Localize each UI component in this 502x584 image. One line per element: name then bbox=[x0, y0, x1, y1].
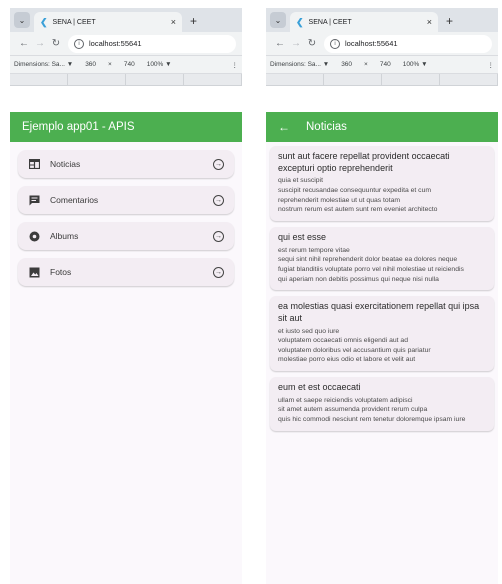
news-card[interactable]: qui est esse est rerum tempore vitae seq… bbox=[270, 226, 494, 291]
device-toolbar: Dimensions: Sa... ▼ 360 × 740 100% ▼ ⋮ bbox=[10, 56, 242, 74]
menu-item-noticias[interactable]: Noticias → bbox=[18, 150, 234, 178]
more-options-icon[interactable]: ⋮ bbox=[232, 61, 239, 69]
reload-icon[interactable]: ↻ bbox=[304, 38, 320, 49]
dimension-separator: × bbox=[364, 61, 368, 68]
menu-item-comentarios[interactable]: Comentarios → bbox=[18, 186, 234, 214]
menu-item-fotos[interactable]: Fotos → bbox=[18, 258, 234, 286]
news-title: eum et est occaecati bbox=[278, 382, 361, 393]
more-options-icon[interactable]: ⋮ bbox=[488, 61, 495, 69]
close-tab-icon[interactable]: × bbox=[427, 17, 432, 27]
device-select[interactable]: Dimensions: Sa... ▼ bbox=[270, 61, 329, 68]
news-title: qui est esse bbox=[278, 231, 327, 242]
news-title: ea molestias quasi exercitationem repell… bbox=[278, 301, 480, 323]
browser-window-home: ⌄ ❮ SENA | CEET × + ← → ↻ i localhost:55… bbox=[10, 8, 242, 584]
tab-strip: ⌄ ❮ SENA | CEET × + bbox=[266, 8, 498, 32]
zoom-select[interactable]: 100% ▼ bbox=[147, 61, 172, 68]
media-query-ruler bbox=[266, 74, 498, 86]
sena-logo-icon: ❮ bbox=[296, 16, 304, 27]
device-height[interactable]: 740 bbox=[124, 61, 135, 68]
app-viewport: Ejemplo app01 - APIS Noticias → Comentar… bbox=[10, 86, 242, 584]
device-height[interactable]: 740 bbox=[380, 61, 391, 68]
device-select[interactable]: Dimensions: Sa... ▼ bbox=[14, 61, 73, 68]
page-title: Noticias bbox=[306, 121, 347, 133]
menu-label: Comentarios bbox=[50, 195, 99, 205]
browser-tab[interactable]: ❮ SENA | CEET × bbox=[34, 12, 182, 32]
back-arrow-icon[interactable]: ← bbox=[272, 38, 288, 49]
arrow-circle-right-icon: → bbox=[213, 194, 224, 206]
device-toolbar: Dimensions: Sa... ▼ 360 × 740 100% ▼ ⋮ bbox=[266, 56, 498, 74]
arrow-circle-right-icon: → bbox=[213, 230, 224, 242]
menu-item-albums[interactable]: Albums → bbox=[18, 222, 234, 250]
tab-title: SENA | CEET bbox=[52, 18, 96, 26]
dimension-separator: × bbox=[108, 61, 112, 68]
tab-title: SENA | CEET bbox=[308, 18, 352, 26]
close-tab-icon[interactable]: × bbox=[171, 17, 176, 27]
tab-search-icon[interactable]: ⌄ bbox=[14, 12, 30, 28]
news-card[interactable]: eum et est occaecati ullam et saepe reic… bbox=[270, 377, 494, 431]
news-title: sunt aut facere repellat provident occae… bbox=[278, 151, 450, 173]
status-gap bbox=[266, 86, 498, 112]
comment-icon bbox=[28, 194, 40, 206]
news-card[interactable]: sunt aut facere repellat provident occae… bbox=[270, 146, 494, 221]
app-viewport: ← Noticias sunt aut facere repellat prov… bbox=[266, 86, 498, 584]
menu-list: Noticias → Comentarios → Albums → Fotos … bbox=[10, 142, 242, 302]
menu-label: Noticias bbox=[50, 159, 81, 169]
page-title: Ejemplo app01 - APIS bbox=[22, 121, 135, 133]
status-gap bbox=[10, 86, 242, 112]
media-query-ruler bbox=[10, 74, 242, 86]
app-bar: ← Noticias bbox=[266, 112, 498, 142]
reload-icon[interactable]: ↻ bbox=[48, 38, 64, 49]
album-icon bbox=[28, 230, 40, 242]
newspaper-icon bbox=[28, 158, 40, 170]
site-info-icon[interactable]: i bbox=[74, 38, 84, 49]
url-input[interactable]: i localhost:55641 bbox=[324, 34, 492, 53]
screenshot-stage: ⌄ ❮ SENA | CEET × + ← → ↻ i localhost:55… bbox=[0, 0, 502, 584]
forward-arrow-icon[interactable]: → bbox=[288, 38, 304, 49]
address-bar: ← → ↻ i localhost:55641 bbox=[10, 32, 242, 56]
app-bar: Ejemplo app01 - APIS bbox=[10, 112, 242, 142]
news-body: et iusto sed quo iure voluptatem occaeca… bbox=[278, 327, 431, 364]
device-width[interactable]: 360 bbox=[85, 61, 96, 68]
address-bar: ← → ↻ i localhost:55641 bbox=[266, 32, 498, 56]
new-tab-icon[interactable]: + bbox=[446, 14, 453, 28]
arrow-circle-right-icon: → bbox=[213, 158, 224, 170]
photo-icon bbox=[28, 266, 40, 278]
forward-arrow-icon[interactable]: → bbox=[32, 38, 48, 49]
new-tab-icon[interactable]: + bbox=[190, 14, 197, 28]
sena-logo-icon: ❮ bbox=[40, 16, 48, 27]
menu-label: Albums bbox=[50, 231, 79, 241]
site-info-icon[interactable]: i bbox=[330, 38, 340, 49]
tab-search-icon[interactable]: ⌄ bbox=[270, 12, 286, 28]
browser-window-noticias: ⌄ ❮ SENA | CEET × + ← → ↻ i localhost:55… bbox=[266, 8, 498, 584]
news-list: sunt aut facere repellat provident occae… bbox=[266, 142, 498, 431]
browser-tab[interactable]: ❮ SENA | CEET × bbox=[290, 12, 438, 32]
news-body: ullam et saepe reiciendis voluptatem adi… bbox=[278, 396, 466, 424]
news-card[interactable]: ea molestias quasi exercitationem repell… bbox=[270, 296, 494, 372]
news-body: est rerum tempore vitae sequi sint nihil… bbox=[278, 246, 464, 283]
news-body: quia et suscipit suscipit recusandae con… bbox=[278, 177, 438, 214]
url-input[interactable]: i localhost:55641 bbox=[68, 34, 236, 53]
arrow-left-icon[interactable]: ← bbox=[278, 120, 290, 134]
url-text: localhost:55641 bbox=[345, 39, 398, 48]
zoom-select[interactable]: 100% ▼ bbox=[403, 61, 428, 68]
tab-strip: ⌄ ❮ SENA | CEET × + bbox=[10, 8, 242, 32]
arrow-circle-right-icon: → bbox=[213, 266, 224, 278]
menu-label: Fotos bbox=[50, 267, 72, 277]
back-arrow-icon[interactable]: ← bbox=[16, 38, 32, 49]
device-width[interactable]: 360 bbox=[341, 61, 352, 68]
url-text: localhost:55641 bbox=[89, 39, 142, 48]
